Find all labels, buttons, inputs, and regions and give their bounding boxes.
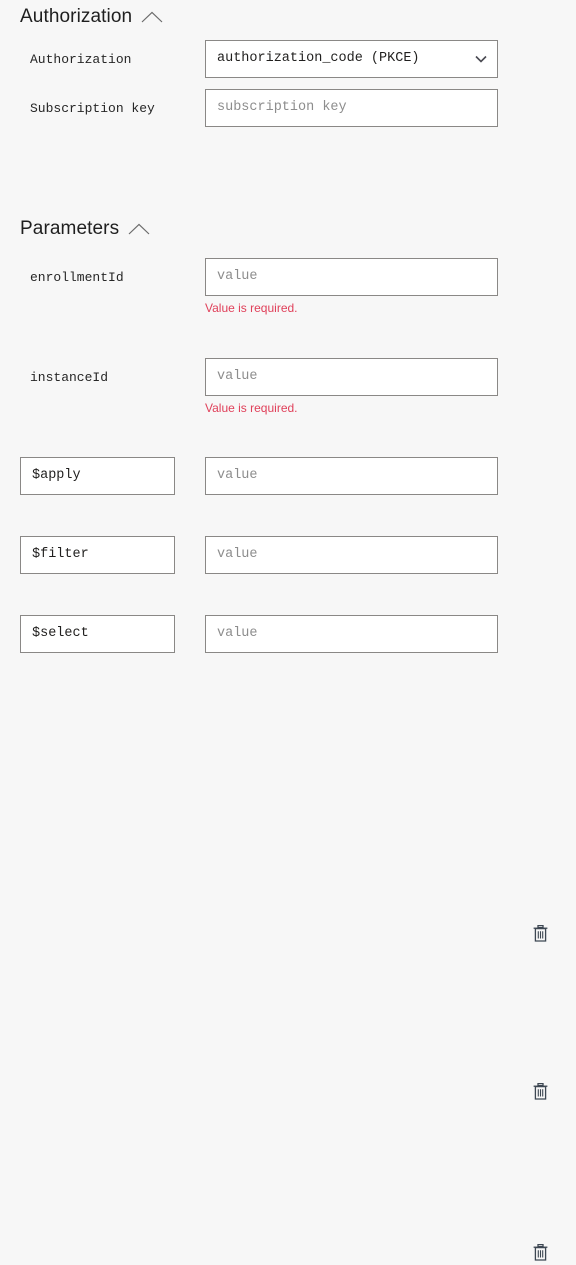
authorization-select-value: authorization_code (PKCE) xyxy=(217,51,420,66)
field-row-instanceid: instanceId value xyxy=(0,358,576,398)
custom-param-row: $filter value xyxy=(0,536,576,1100)
custom-param-row: $apply value xyxy=(0,457,576,942)
request-form: Authorization Authorization authorizatio… xyxy=(0,0,576,1261)
chevron-down-icon xyxy=(475,55,487,63)
validation-error-enrollmentid: Value is required. xyxy=(205,301,298,315)
field-row-subscription-key: Subscription key subscription key xyxy=(0,89,576,129)
chevron-up-icon[interactable] xyxy=(128,223,150,235)
custom-param-value-input[interactable]: value xyxy=(205,457,498,495)
custom-param-name-input[interactable]: $filter xyxy=(20,536,175,574)
custom-param-value-input[interactable]: value xyxy=(205,536,498,574)
section-header-authorization[interactable]: Authorization xyxy=(20,6,163,28)
trash-icon xyxy=(532,1082,549,1101)
delete-param-button[interactable] xyxy=(527,1239,553,1265)
field-row-enrollmentid: enrollmentId value xyxy=(0,258,576,298)
custom-param-value-input[interactable]: value xyxy=(205,615,498,653)
delete-param-button[interactable] xyxy=(527,1078,553,1104)
field-label-instanceid: instanceId xyxy=(30,370,109,385)
custom-param-name-input[interactable]: $select xyxy=(20,615,175,653)
delete-param-button[interactable] xyxy=(527,920,553,946)
trash-icon xyxy=(532,1243,549,1262)
enrollmentid-input[interactable]: value xyxy=(205,258,498,296)
section-title-parameters: Parameters xyxy=(20,218,120,239)
custom-param-row: $select value xyxy=(0,615,576,1261)
field-label-enrollmentid: enrollmentId xyxy=(30,270,124,285)
chevron-up-icon[interactable] xyxy=(141,11,163,23)
authorization-select[interactable]: authorization_code (PKCE) xyxy=(205,40,498,78)
section-header-parameters[interactable]: Parameters xyxy=(20,218,150,240)
field-row-authorization: Authorization authorization_code (PKCE) xyxy=(0,40,576,80)
section-title-authorization: Authorization xyxy=(20,6,133,27)
validation-error-instanceid: Value is required. xyxy=(205,401,298,415)
trash-icon xyxy=(532,924,549,943)
custom-param-name-input[interactable]: $apply xyxy=(20,457,175,495)
field-label-subscription-key: Subscription key xyxy=(30,101,155,116)
instanceid-input[interactable]: value xyxy=(205,358,498,396)
field-label-authorization: Authorization xyxy=(30,52,132,67)
subscription-key-input[interactable]: subscription key xyxy=(205,89,498,127)
